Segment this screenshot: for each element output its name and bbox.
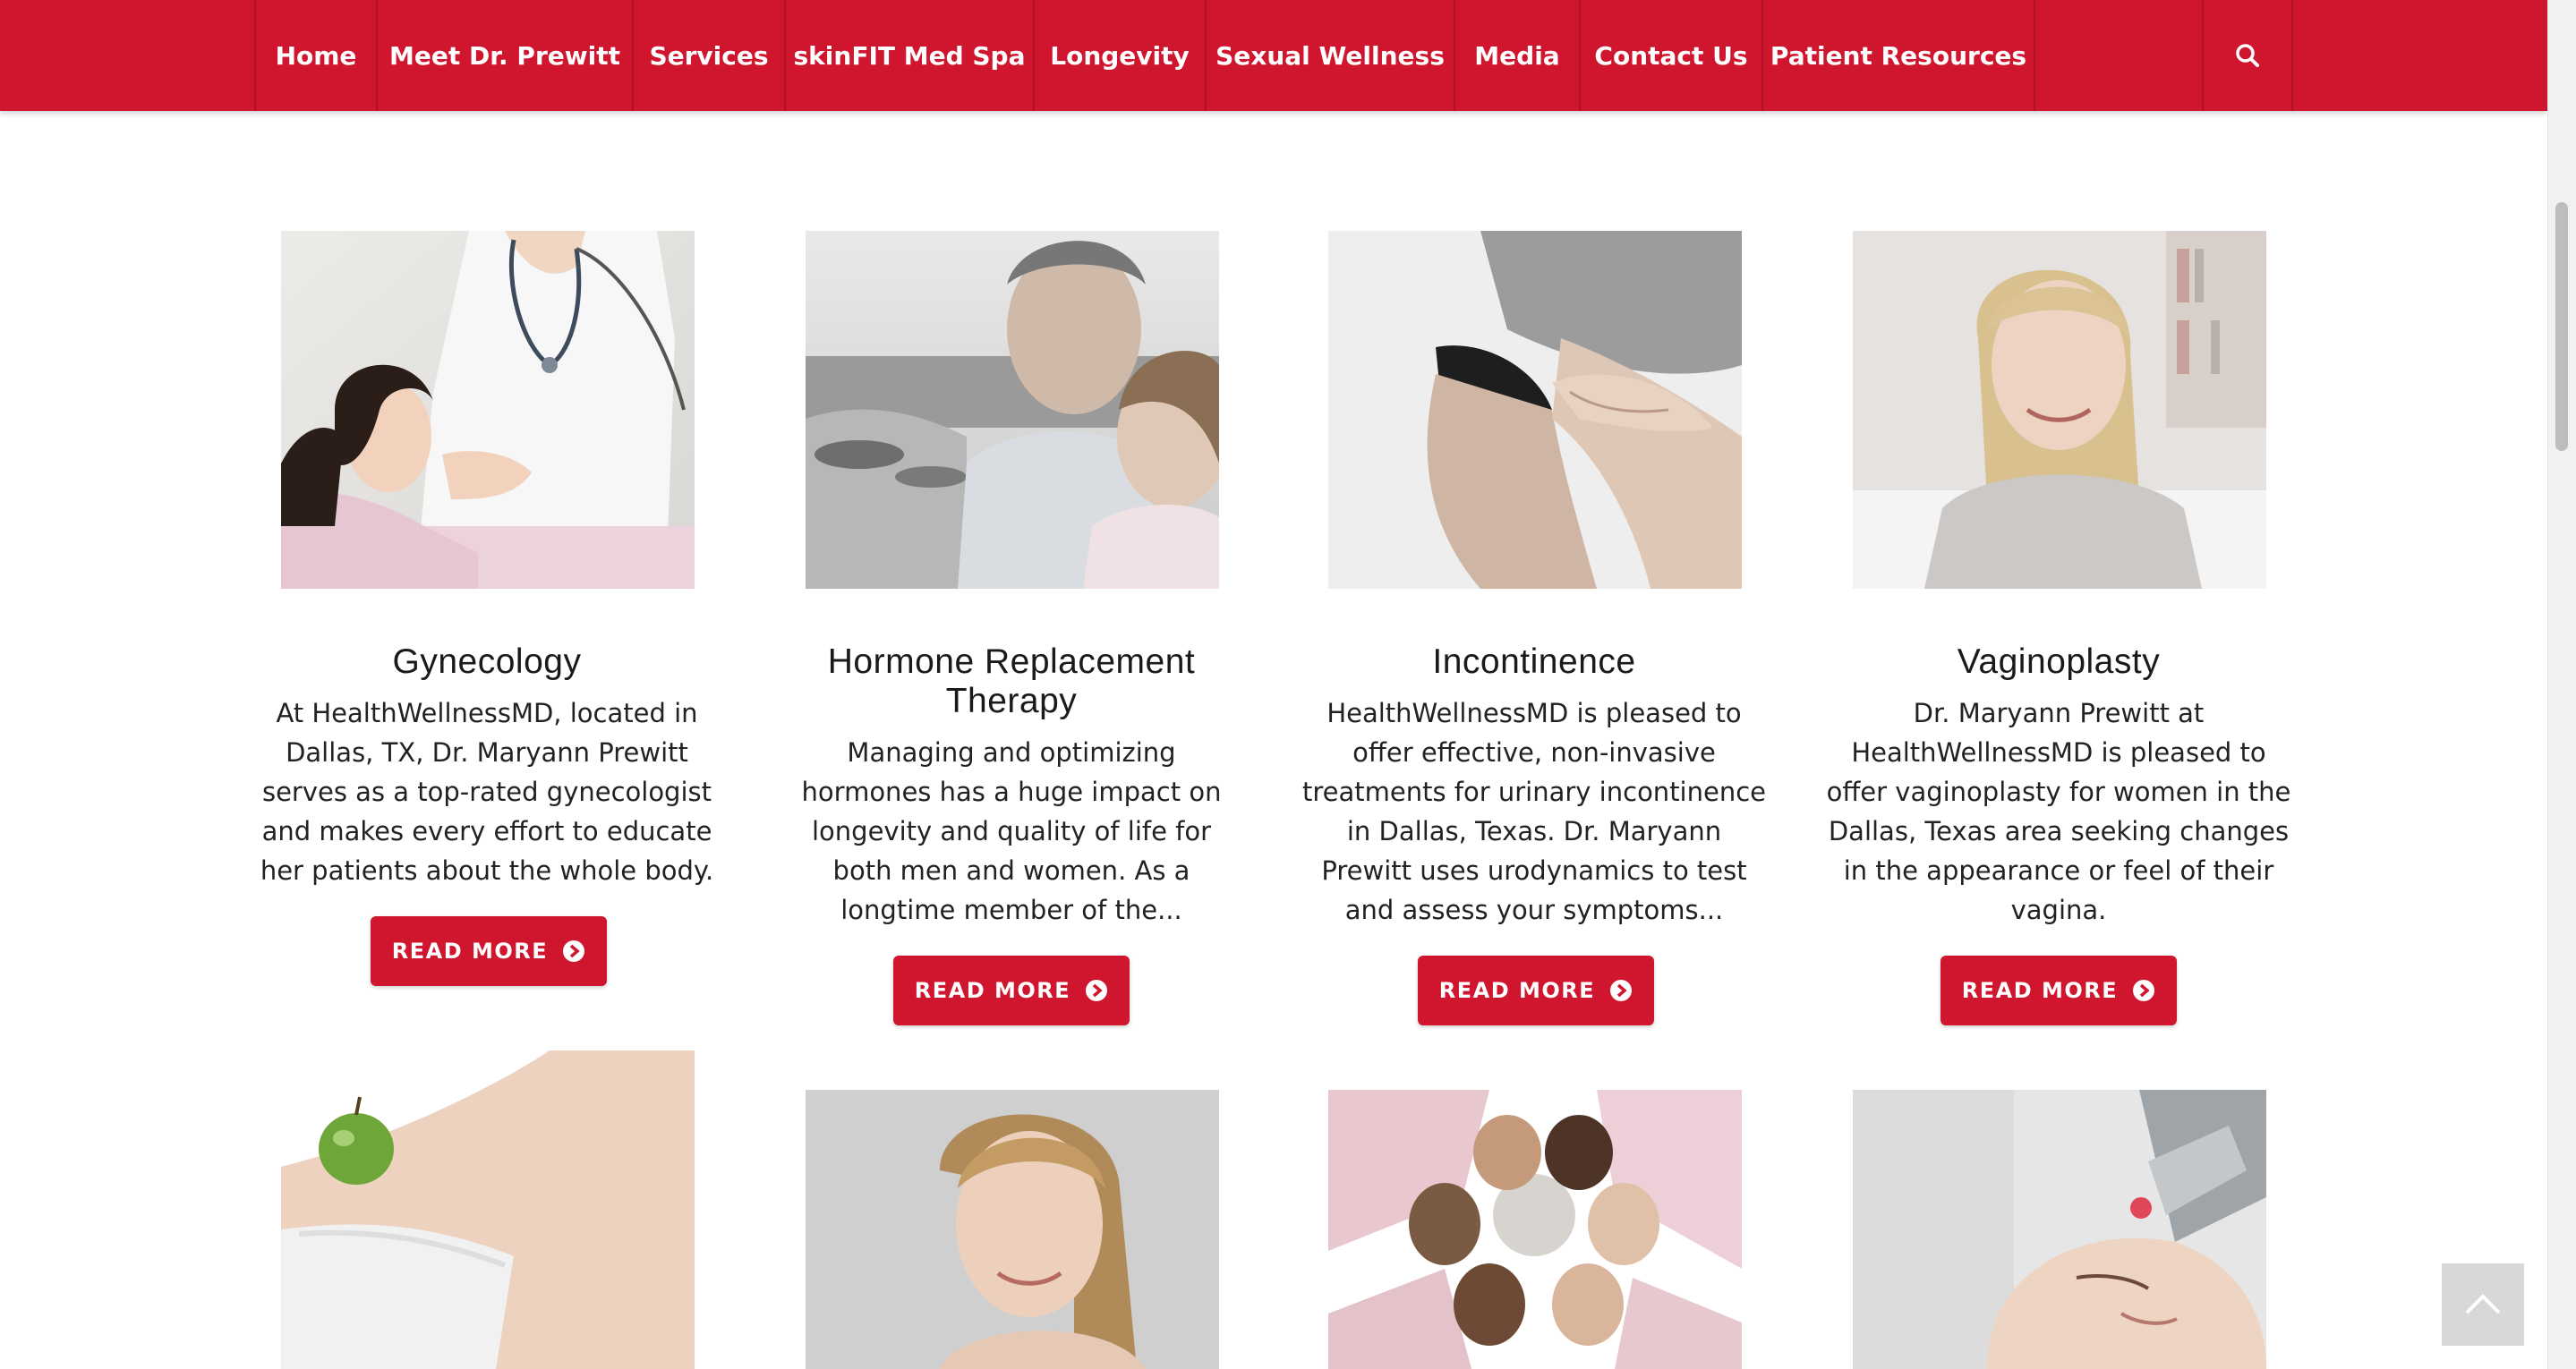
nav-menu: Home Meet Dr. Prewitt Services skinFIT M… [254, 0, 2035, 111]
card-excerpt: At HealthWellnessMD, located in Dallas, … [260, 698, 714, 886]
gynecology-photo [281, 231, 695, 589]
nav-item-skinfit-med-spa[interactable]: skinFIT Med Spa [784, 0, 1033, 111]
nav-item-patient-resources[interactable]: Patient Resources [1761, 0, 2035, 111]
incontinence-photo [1328, 231, 1742, 589]
read-more-button[interactable]: READ MORE [1418, 956, 1654, 1025]
scrollbar-thumb[interactable] [2555, 202, 2568, 451]
circle-arrow-icon [2133, 980, 2155, 1001]
apple-body-photo [281, 1050, 695, 1369]
read-more-button[interactable]: READ MORE [893, 956, 1130, 1025]
nav-item-media[interactable]: Media [1454, 0, 1579, 111]
read-more-label: READ MORE [391, 939, 549, 964]
nav-item-home[interactable]: Home [254, 0, 376, 111]
card-excerpt: Dr. Maryann Prewitt at HealthWellnessMD … [1826, 698, 2291, 925]
vaginoplasty-photo [1853, 231, 2266, 589]
nav-item-label: Home [275, 40, 357, 71]
nav-search-button[interactable] [2202, 0, 2293, 111]
woman-portrait-photo [806, 1090, 1219, 1369]
card-excerpt: HealthWellnessMD is pleased to offer eff… [1301, 698, 1767, 925]
nav-item-sexual-wellness[interactable]: Sexual Wellness [1205, 0, 1454, 111]
read-more-button[interactable]: READ MORE [1941, 956, 2177, 1025]
hormone-therapy-photo [806, 231, 1219, 589]
group-women-photo [1328, 1090, 1742, 1369]
nav-item-label: skinFIT Med Spa [793, 40, 1026, 71]
back-to-top-button[interactable] [2442, 1263, 2524, 1346]
read-more-label: READ MORE [1438, 978, 1596, 1003]
card-title: Gynecology [392, 642, 582, 681]
card-title: Vaginoplasty [1957, 642, 2161, 681]
nav-item-longevity[interactable]: Longevity [1033, 0, 1205, 111]
nav-item-services[interactable]: Services [632, 0, 784, 111]
nav-item-label: Contact Us [1594, 40, 1748, 71]
read-more-label: READ MORE [914, 978, 1071, 1003]
search-icon [2236, 44, 2259, 67]
main-navigation: Home Meet Dr. Prewitt Services skinFIT M… [0, 0, 2547, 111]
nav-item-label: Media [1474, 40, 1560, 71]
nav-item-label: Patient Resources [1770, 40, 2027, 71]
card-excerpt: Managing and optimizing hormones has a h… [801, 737, 1222, 925]
nav-item-label: Sexual Wellness [1215, 40, 1445, 71]
read-more-label: READ MORE [1961, 978, 2119, 1003]
laser-treatment-photo [1853, 1090, 2266, 1369]
nav-item-label: Longevity [1050, 40, 1190, 71]
circle-arrow-icon [1610, 980, 1633, 1001]
nav-item-meet-dr-prewitt[interactable]: Meet Dr. Prewitt [376, 0, 632, 111]
nav-item-contact-us[interactable]: Contact Us [1579, 0, 1761, 111]
nav-item-label: Services [649, 40, 769, 71]
nav-item-label: Meet Dr. Prewitt [389, 40, 620, 71]
circle-arrow-icon [1086, 980, 1108, 1001]
card-title: Incontinence [1432, 642, 1636, 681]
read-more-button[interactable]: READ MORE [371, 916, 607, 986]
circle-arrow-icon [563, 940, 585, 962]
chevron-up-icon [2465, 1294, 2501, 1314]
card-title: Hormone Replacement Therapy [827, 642, 1196, 720]
